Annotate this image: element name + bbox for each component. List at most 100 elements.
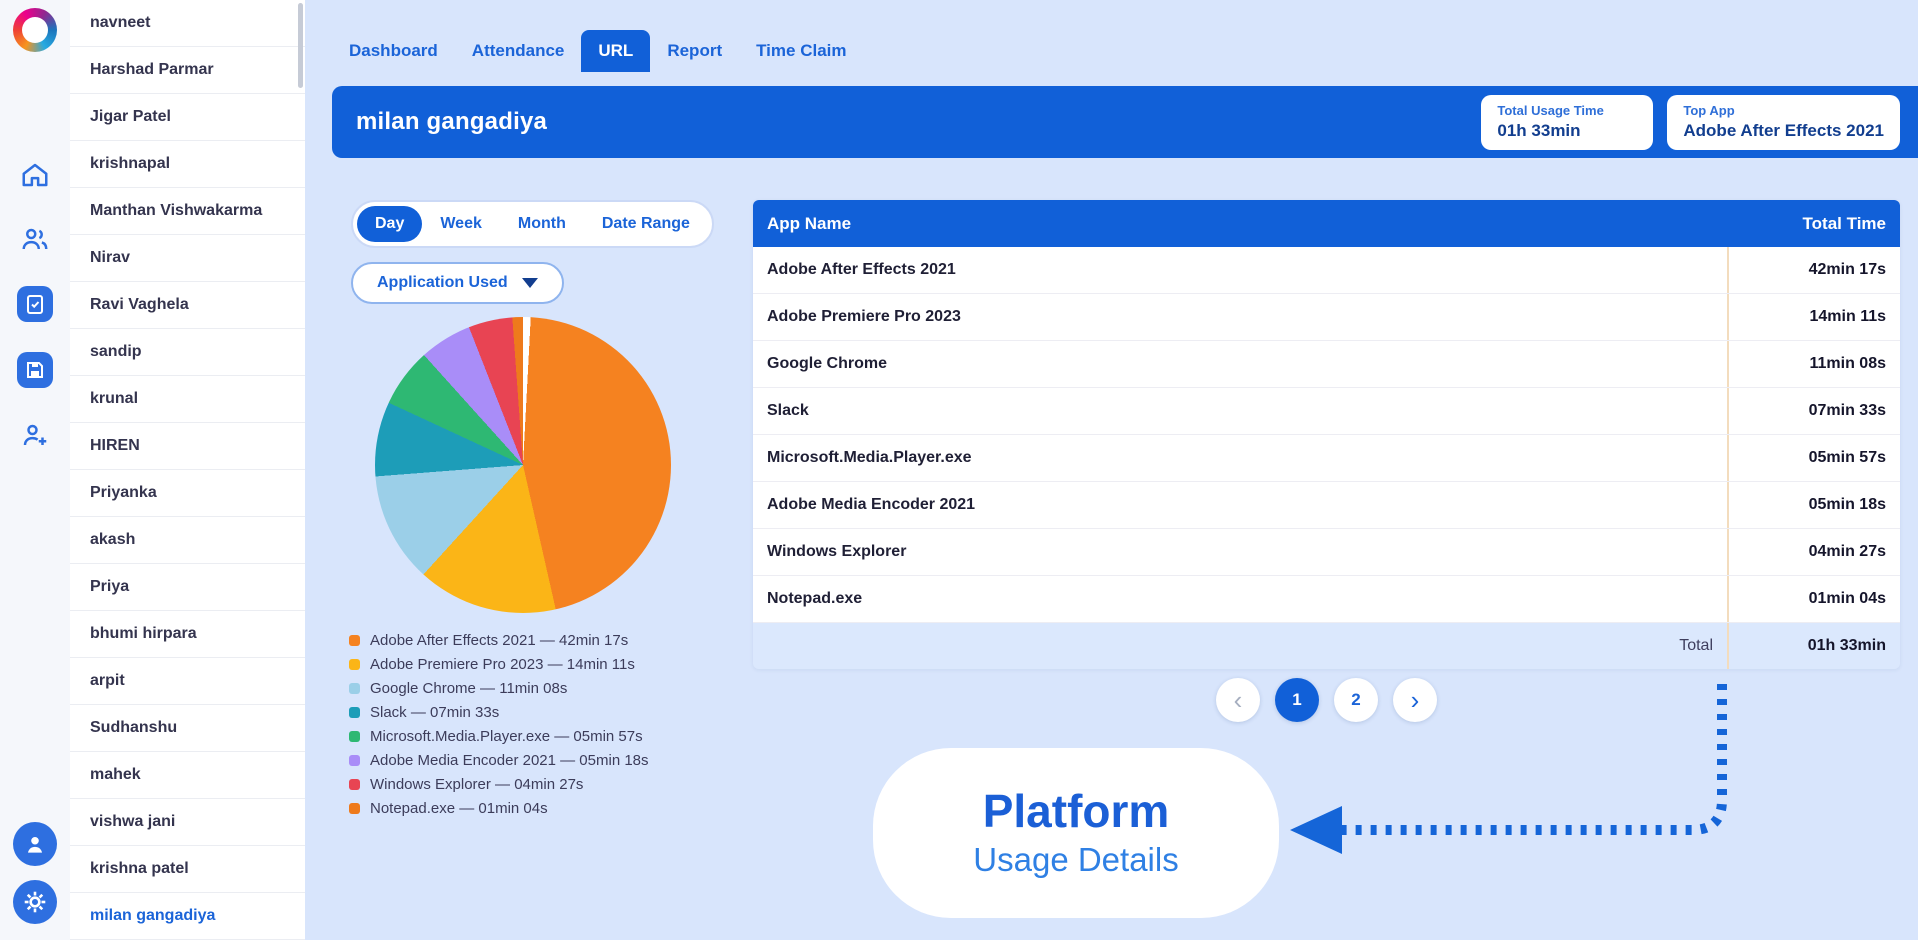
save-disk-icon [23, 358, 47, 382]
column-header-app-name: App Name [753, 214, 1727, 234]
employee-item[interactable]: mahek [70, 752, 305, 799]
profile-button[interactable] [13, 822, 57, 866]
employee-item[interactable]: navneet [70, 0, 305, 47]
legend-dot [349, 731, 360, 742]
employee-item[interactable]: Manthan Vishwakarma [70, 188, 305, 235]
sidebar-item-storage[interactable] [17, 352, 53, 388]
table-cell-app-name: Google Chrome [753, 341, 1727, 387]
next-page-button[interactable]: › [1393, 678, 1437, 722]
employee-list: navneetHarshad ParmarJigar Patelkrishnap… [70, 0, 305, 940]
table-cell-total-time: 05min 57s [1727, 435, 1900, 481]
tab-time-claim[interactable]: Time Claim [739, 30, 863, 72]
employee-item[interactable]: bhumi hirpara [70, 611, 305, 658]
table-total-label: Total [753, 623, 1727, 669]
sidebar-item-reports[interactable] [17, 286, 53, 322]
legend-label: Adobe Premiere Pro 2023 — 14min 11s [370, 656, 635, 673]
page-button-1[interactable]: 1 [1275, 678, 1319, 722]
legend-dot [349, 683, 360, 694]
table-cell-app-name: Notepad.exe [753, 576, 1727, 622]
period-day[interactable]: Day [357, 206, 422, 242]
sidebar-item-home[interactable] [18, 158, 52, 192]
table-cell-app-name: Adobe Media Encoder 2021 [753, 482, 1727, 528]
tab-url[interactable]: URL [581, 30, 650, 72]
table-row[interactable]: Notepad.exe01min 04s [753, 576, 1900, 623]
period-month[interactable]: Month [500, 206, 584, 242]
table-row[interactable]: Adobe After Effects 202142min 17s [753, 247, 1900, 294]
usage-pie-chart[interactable] [375, 317, 671, 613]
employee-header: milan gangadiya Total Usage Time01h 33mi… [332, 86, 1918, 158]
pagination: ‹ 12 › [753, 678, 1900, 722]
stat-label: Top App [1683, 103, 1884, 118]
platform-callout: Platform Usage Details [873, 748, 1279, 918]
table-row[interactable]: Microsoft.Media.Player.exe05min 57s [753, 435, 1900, 482]
callout-title: Platform [983, 787, 1170, 835]
legend-item: Windows Explorer — 04min 27s [349, 776, 649, 793]
legend-label: Adobe Media Encoder 2021 — 05min 18s [370, 752, 649, 769]
employee-list-scrollbar[interactable] [298, 3, 303, 88]
table-footer-row: Total 01h 33min [753, 623, 1900, 669]
period-date-range[interactable]: Date Range [584, 206, 708, 242]
employee-item[interactable]: Priya [70, 564, 305, 611]
sidebar-item-add-user[interactable] [18, 418, 52, 452]
legend-dot [349, 659, 360, 670]
legend-item: Notepad.exe — 01min 04s [349, 800, 649, 817]
stat-card: Top App Adobe After Effects 2021 [1667, 95, 1900, 150]
table-cell-total-time: 07min 33s [1727, 388, 1900, 434]
employee-item[interactable]: Priyanka [70, 470, 305, 517]
employee-item[interactable]: krishna patel [70, 846, 305, 893]
employee-item[interactable]: milan gangadiya [70, 893, 305, 940]
employee-item[interactable]: Jigar Patel [70, 94, 305, 141]
employee-item[interactable]: Sudhanshu [70, 705, 305, 752]
report-check-icon [23, 292, 47, 316]
table-row[interactable]: Windows Explorer04min 27s [753, 529, 1900, 576]
employee-item[interactable]: krunal [70, 376, 305, 423]
table-cell-total-time: 01min 04s [1727, 576, 1900, 622]
callout-subtitle: Usage Details [973, 841, 1178, 879]
employee-item[interactable]: vishwa jani [70, 799, 305, 846]
stat-value: Adobe After Effects 2021 [1683, 121, 1884, 141]
table-row[interactable]: Adobe Premiere Pro 202314min 11s [753, 294, 1900, 341]
table-header-row: App Name Total Time [753, 200, 1900, 247]
table-cell-app-name: Microsoft.Media.Player.exe [753, 435, 1727, 481]
app-logo[interactable] [13, 8, 57, 52]
table-total-value: 01h 33min [1727, 623, 1900, 669]
employee-item[interactable]: Nirav [70, 235, 305, 282]
employee-item[interactable]: HIREN [70, 423, 305, 470]
pie-legend: Adobe After Effects 2021 — 42min 17sAdob… [349, 632, 649, 817]
employee-item[interactable]: arpit [70, 658, 305, 705]
legend-dot [349, 803, 360, 814]
prev-page-button[interactable]: ‹ [1216, 678, 1260, 722]
page-title: milan gangadiya [356, 108, 547, 136]
employee-item[interactable]: krishnapal [70, 141, 305, 188]
tab-dashboard[interactable]: Dashboard [332, 30, 455, 72]
legend-label: Microsoft.Media.Player.exe — 05min 57s [370, 728, 643, 745]
icon-rail [0, 0, 70, 940]
filters: DayWeekMonthDate Range Application Used [351, 200, 714, 304]
legend-item: Google Chrome — 11min 08s [349, 680, 649, 697]
employee-item[interactable]: Harshad Parmar [70, 47, 305, 94]
tab-bar: DashboardAttendanceURLReportTime Claim [332, 30, 864, 72]
legend-item: Adobe Premiere Pro 2023 — 14min 11s [349, 656, 649, 673]
tab-report[interactable]: Report [650, 30, 739, 72]
tab-attendance[interactable]: Attendance [455, 30, 582, 72]
table-row[interactable]: Slack07min 33s [753, 388, 1900, 435]
settings-button[interactable] [13, 880, 57, 924]
table-cell-app-name: Adobe Premiere Pro 2023 [753, 294, 1727, 340]
table-cell-app-name: Windows Explorer [753, 529, 1727, 575]
period-week[interactable]: Week [422, 206, 500, 242]
sidebar-item-employees[interactable] [18, 222, 52, 256]
employee-item[interactable]: akash [70, 517, 305, 564]
legend-label: Windows Explorer — 04min 27s [370, 776, 583, 793]
table-row[interactable]: Google Chrome11min 08s [753, 341, 1900, 388]
table-row[interactable]: Adobe Media Encoder 202105min 18s [753, 482, 1900, 529]
table-cell-app-name: Adobe After Effects 2021 [753, 247, 1727, 293]
header-stats: Total Usage Time01h 33minTop AppAdobe Af… [1481, 95, 1900, 150]
application-used-dropdown[interactable]: Application Used [351, 262, 564, 304]
stat-value: 01h 33min [1497, 121, 1637, 141]
page-button-2[interactable]: 2 [1334, 678, 1378, 722]
legend-dot [349, 755, 360, 766]
employee-item[interactable]: sandip [70, 329, 305, 376]
employee-item[interactable]: Ravi Vaghela [70, 282, 305, 329]
legend-label: Slack — 07min 33s [370, 704, 499, 721]
table-cell-app-name: Slack [753, 388, 1727, 434]
